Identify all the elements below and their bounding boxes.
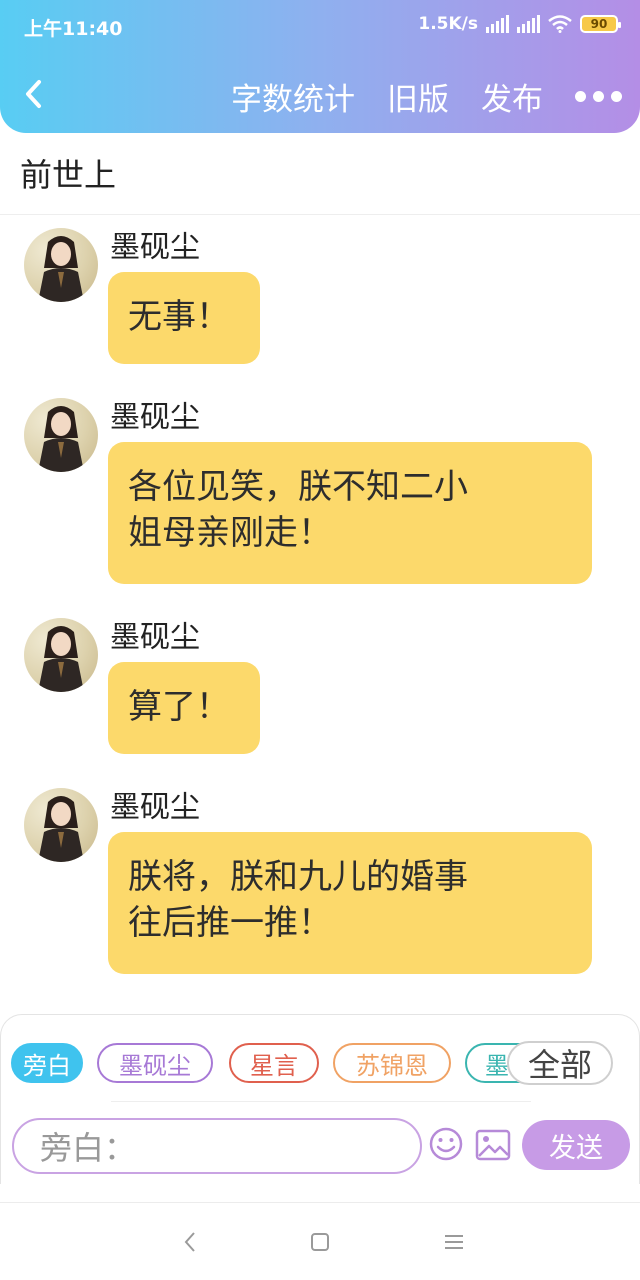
- message-item: 墨砚尘 无事！: [0, 222, 640, 372]
- message-bubble[interactable]: 朕将，朕和九儿的婚事 往后推一推！: [108, 832, 592, 974]
- more-dots-icon[interactable]: [575, 77, 622, 117]
- status-indicators: 1.5K/s 90: [418, 14, 621, 34]
- wifi-icon: [548, 15, 572, 33]
- speaker-name: 墨砚尘: [110, 620, 200, 655]
- chapter-title[interactable]: 前世上: [20, 150, 116, 196]
- image-icon[interactable]: [475, 1129, 511, 1161]
- nav-bar: 字数统计 旧版 发布: [0, 60, 640, 130]
- message-bubble[interactable]: 算了！: [108, 662, 260, 754]
- message-item: 墨砚尘 各位见笑，朕不知二小 姐母亲刚走！: [0, 392, 640, 584]
- speaker-name: 墨砚尘: [110, 400, 200, 435]
- divider: [0, 214, 640, 215]
- message-item: 墨砚尘 朕将，朕和九儿的婚事 往后推一推！: [0, 782, 640, 974]
- header-bar: 上午11:40 1.5K/s 90 字数统计 旧版 发布: [0, 0, 640, 133]
- nav-menu-icon[interactable]: [442, 1229, 466, 1255]
- character-chip-xingyan[interactable]: 星言: [229, 1043, 319, 1083]
- message-line: 姐母亲刚走！: [128, 513, 332, 553]
- speaker-name: 墨砚尘: [110, 790, 200, 825]
- nav-home-icon[interactable]: [308, 1229, 332, 1255]
- status-time: 上午11:40: [24, 18, 123, 40]
- publish-button[interactable]: 发布: [481, 74, 543, 119]
- message-bubble[interactable]: 各位见笑，朕不知二小 姐母亲刚走！: [108, 442, 592, 584]
- avatar[interactable]: [24, 228, 98, 302]
- character-chip-su-jinen[interactable]: 苏锦恩: [333, 1043, 451, 1083]
- chevron-left-icon: [26, 80, 41, 108]
- message-input[interactable]: 旁白：: [12, 1118, 422, 1174]
- smiley-icon[interactable]: [428, 1126, 464, 1162]
- nav-actions: 字数统计 旧版 发布: [199, 74, 622, 119]
- avatar[interactable]: [24, 788, 98, 862]
- character-chip-mo-yanchen[interactable]: 墨砚尘: [97, 1043, 213, 1083]
- divider: [111, 1101, 531, 1102]
- word-count-button[interactable]: 字数统计: [231, 74, 355, 119]
- signal-icon: [517, 15, 540, 33]
- all-characters-button[interactable]: 全部: [507, 1041, 613, 1085]
- signal-icon: [486, 15, 509, 33]
- network-speed: 1.5K/s: [418, 14, 478, 34]
- speaker-name: 墨砚尘: [110, 230, 200, 265]
- nav-back-icon[interactable]: [178, 1229, 202, 1255]
- system-nav-bar: [0, 1202, 640, 1280]
- old-version-button[interactable]: 旧版: [387, 74, 449, 119]
- message-line: 往后推一推！: [128, 903, 332, 943]
- message-item: 墨砚尘 算了！: [0, 612, 640, 762]
- message-line: 朕将，朕和九儿的婚事: [128, 857, 468, 897]
- back-button[interactable]: [14, 72, 54, 116]
- send-button[interactable]: 发送: [522, 1120, 630, 1170]
- battery-icon: 90: [580, 15, 621, 33]
- avatar[interactable]: [24, 398, 98, 472]
- character-chip-narrator[interactable]: 旁白: [11, 1043, 83, 1083]
- avatar[interactable]: [24, 618, 98, 692]
- message-line: 各位见笑，朕不知二小: [128, 467, 468, 507]
- message-bubble[interactable]: 无事！: [108, 272, 260, 364]
- status-bar: 上午11:40 1.5K/s 90: [0, 0, 640, 52]
